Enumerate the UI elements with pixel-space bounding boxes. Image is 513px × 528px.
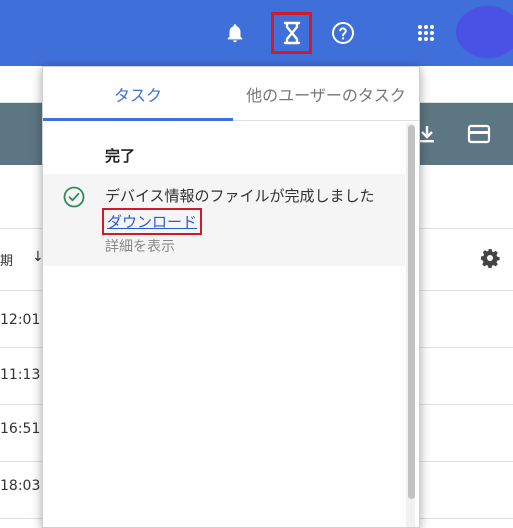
avatar[interactable] <box>456 6 513 58</box>
task-title: デバイス情報のファイルが完成しました <box>105 187 375 205</box>
check-circle-icon <box>63 186 85 208</box>
row-time: 18:03 <box>0 478 41 494</box>
tab-tasks[interactable]: タスク <box>43 67 233 121</box>
apps-grid-icon[interactable] <box>412 19 440 47</box>
tasks-popover: タスク 他のユーザーのタスク 完了 デバイス情報のファイルが完成しました ダウン… <box>42 66 420 528</box>
section-title: 完了 <box>105 147 136 165</box>
column-header-label[interactable]: 期 <box>0 250 13 269</box>
row-time: 11:13 <box>0 367 41 383</box>
row-time: 16:51 <box>0 421 41 437</box>
tab-other-users-tasks[interactable]: 他のユーザーのタスク <box>233 67 419 121</box>
gear-icon[interactable] <box>480 248 500 269</box>
card-icon[interactable] <box>466 121 492 147</box>
download-link[interactable]: ダウンロード <box>102 208 203 235</box>
tabs-bar: タスク 他のユーザーのタスク <box>43 67 419 121</box>
view-details-link[interactable]: 詳細を表示 <box>105 236 175 256</box>
active-tab-indicator <box>43 118 233 121</box>
scrollbar-thumb[interactable] <box>408 125 415 499</box>
top-app-bar <box>0 0 513 66</box>
row-time: 12:01 <box>0 312 41 328</box>
bell-icon[interactable] <box>221 19 249 47</box>
hourglass-icon[interactable] <box>278 19 306 47</box>
help-icon[interactable] <box>329 19 357 47</box>
